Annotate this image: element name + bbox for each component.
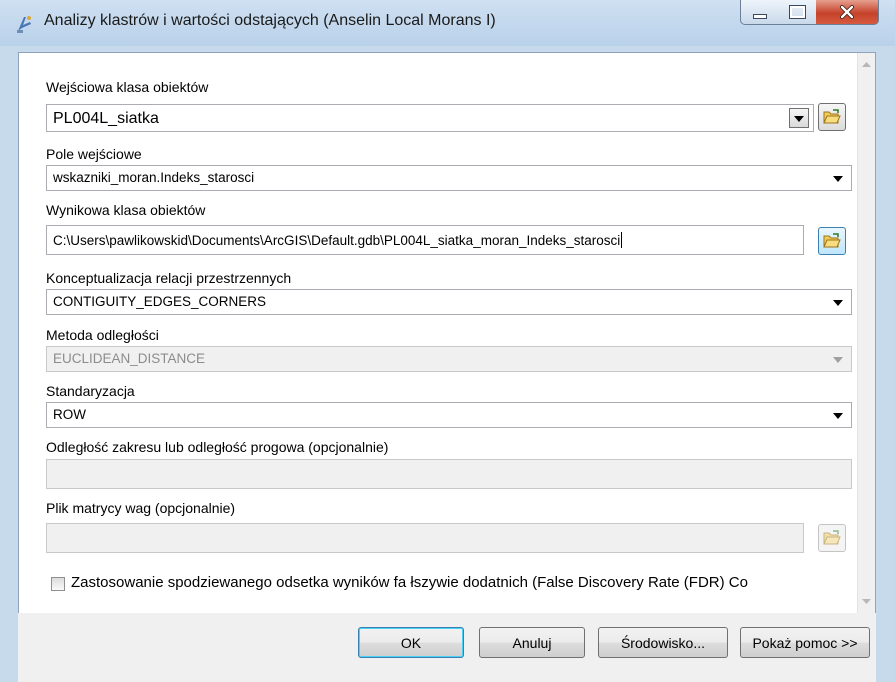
- input-class-browse-button[interactable]: [818, 103, 846, 131]
- conceptualization-select[interactable]: CONTIGUITY_EDGES_CORNERS: [46, 289, 852, 315]
- output-class-browse-button[interactable]: [818, 227, 846, 255]
- maximize-button[interactable]: [778, 0, 817, 25]
- output-class-value: C:\Users\pawlikowskid\Documents\ArcGIS\D…: [53, 233, 621, 248]
- standardization-label: Standaryzacja: [46, 383, 135, 399]
- conceptualization-label: Konceptualizacja relacji przestrzennych: [46, 270, 292, 286]
- dialog-footer: OK Anuluj Środowisko... Pokaż pomoc >>: [18, 613, 876, 682]
- distance-band-label: Odległość zakresu lub odległość progowa …: [46, 439, 389, 455]
- minimize-icon: [753, 13, 767, 19]
- chevron-down-icon: [794, 116, 804, 122]
- input-field-value: wskazniki_moran.Indeks_starosci: [53, 170, 255, 185]
- folder-open-icon: [823, 109, 841, 124]
- close-icon: [840, 5, 854, 19]
- standardization-select[interactable]: ROW: [46, 402, 852, 428]
- input-field-label: Pole wejściowe: [46, 146, 142, 162]
- arcgis-tool-icon: [14, 13, 36, 35]
- standardization-value: ROW: [53, 407, 86, 422]
- tool-parameters-panel: Wejściowa klasa obiektów PL004L_siatka P…: [18, 52, 876, 614]
- input-class-dropdown-button[interactable]: [789, 108, 809, 128]
- show-help-button[interactable]: Pokaż pomoc >>: [740, 627, 870, 658]
- title-bar[interactable]: Analizy klastrów i wartości odstających …: [0, 0, 895, 46]
- close-button[interactable]: [816, 0, 879, 25]
- folder-open-icon: [823, 233, 841, 248]
- chevron-up-icon: [862, 61, 871, 67]
- distance-band-input: [46, 459, 852, 489]
- input-field-select[interactable]: wskazniki_moran.Indeks_starosci: [46, 165, 852, 191]
- folder-open-icon: [823, 530, 841, 545]
- output-class-input[interactable]: C:\Users\pawlikowskid\Documents\ArcGIS\D…: [46, 225, 804, 255]
- fdr-checkbox[interactable]: [51, 577, 65, 591]
- weights-file-input: [46, 523, 804, 553]
- ok-button[interactable]: OK: [358, 627, 464, 658]
- text-cursor: [621, 232, 623, 248]
- chevron-down-icon: [833, 300, 843, 306]
- environments-button[interactable]: Środowisko...: [598, 627, 728, 658]
- distance-method-label: Metoda odległości: [46, 327, 159, 343]
- output-class-label: Wynikowa klasa obiektów: [46, 202, 206, 218]
- cancel-button[interactable]: Anuluj: [479, 627, 585, 658]
- minimize-button[interactable]: [740, 0, 780, 25]
- distance-method-select: EUCLIDEAN_DISTANCE: [46, 346, 852, 372]
- maximize-icon: [788, 5, 806, 19]
- scroll-down-arrow[interactable]: [858, 593, 875, 610]
- input-class-combobox[interactable]: PL004L_siatka: [46, 104, 814, 132]
- conceptualization-value: CONTIGUITY_EDGES_CORNERS: [53, 294, 267, 309]
- chevron-down-icon: [833, 413, 843, 419]
- window-title: Analizy klastrów i wartości odstających …: [44, 12, 496, 29]
- weights-file-browse-button: [818, 524, 846, 552]
- scroll-up-arrow[interactable]: [858, 55, 875, 72]
- fdr-checkbox-label[interactable]: Zastosowanie spodziewanego odsetka wynik…: [71, 574, 748, 591]
- chevron-down-icon: [833, 357, 843, 363]
- chevron-down-icon: [833, 176, 843, 182]
- vertical-scrollbar[interactable]: [857, 53, 875, 613]
- weights-file-label: Plik matrycy wag (opcjonalnie): [46, 500, 236, 516]
- distance-method-value: EUCLIDEAN_DISTANCE: [53, 351, 206, 366]
- dialog-window: Analizy klastrów i wartości odstających …: [0, 0, 895, 682]
- chevron-down-icon: [862, 598, 871, 604]
- input-class-value: PL004L_siatka: [53, 110, 159, 127]
- input-class-label: Wejściowa klasa obiektów: [46, 79, 209, 95]
